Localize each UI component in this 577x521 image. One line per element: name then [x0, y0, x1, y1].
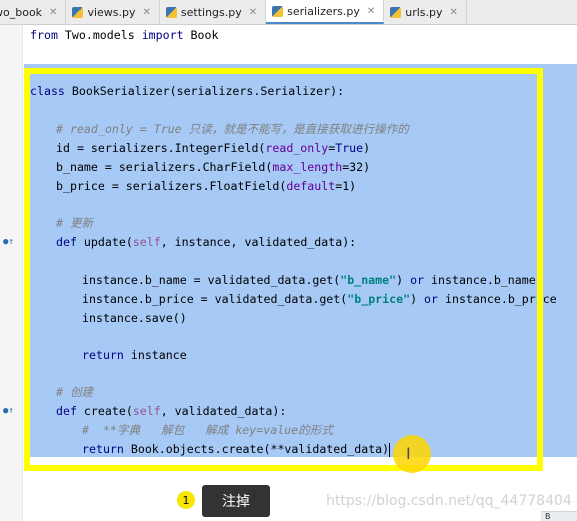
text-cursor-icon: I: [406, 444, 411, 463]
tab-settings[interactable]: settings.py ✕: [160, 0, 267, 24]
tab-urls[interactable]: urls.py ✕: [384, 0, 467, 24]
python-file-icon: [272, 5, 284, 17]
override-marker-icon[interactable]: ●↑: [3, 407, 14, 416]
close-icon[interactable]: ✕: [49, 7, 57, 18]
editor-gutter: [0, 25, 23, 521]
code-line: from Two.models import Book: [30, 28, 219, 42]
close-icon[interactable]: ✕: [450, 7, 458, 18]
tab-wo-book[interactable]: wo_book ✕: [0, 0, 67, 24]
close-icon[interactable]: ✕: [143, 7, 151, 18]
python-file-icon: [165, 6, 177, 18]
annotation-tooltip: 注掉: [202, 485, 270, 517]
python-file-icon: [72, 6, 84, 18]
tab-label: settings.py: [180, 5, 242, 19]
tab-serializers[interactable]: serializers.py ✕: [266, 0, 385, 24]
step-badge: 1: [177, 491, 195, 509]
close-icon[interactable]: ✕: [367, 6, 375, 17]
tab-label: views.py: [87, 5, 136, 19]
mouse-cursor-highlight: [393, 435, 431, 473]
editor-tab-bar: wo_book ✕ views.py ✕ settings.py ✕ seria…: [0, 0, 577, 25]
tab-views[interactable]: views.py ✕: [66, 0, 160, 24]
override-marker-icon[interactable]: ●↑: [3, 238, 14, 247]
close-icon[interactable]: ✕: [249, 7, 257, 18]
highlight-box: [24, 68, 543, 471]
python-file-icon: [390, 6, 402, 18]
tab-label: urls.py: [405, 5, 443, 19]
status-corner: B: [541, 511, 577, 521]
watermark: https://blog.csdn.net/qq_44778404: [326, 493, 572, 509]
tab-label: serializers.py: [287, 4, 360, 18]
tab-label: wo_book: [0, 5, 43, 19]
